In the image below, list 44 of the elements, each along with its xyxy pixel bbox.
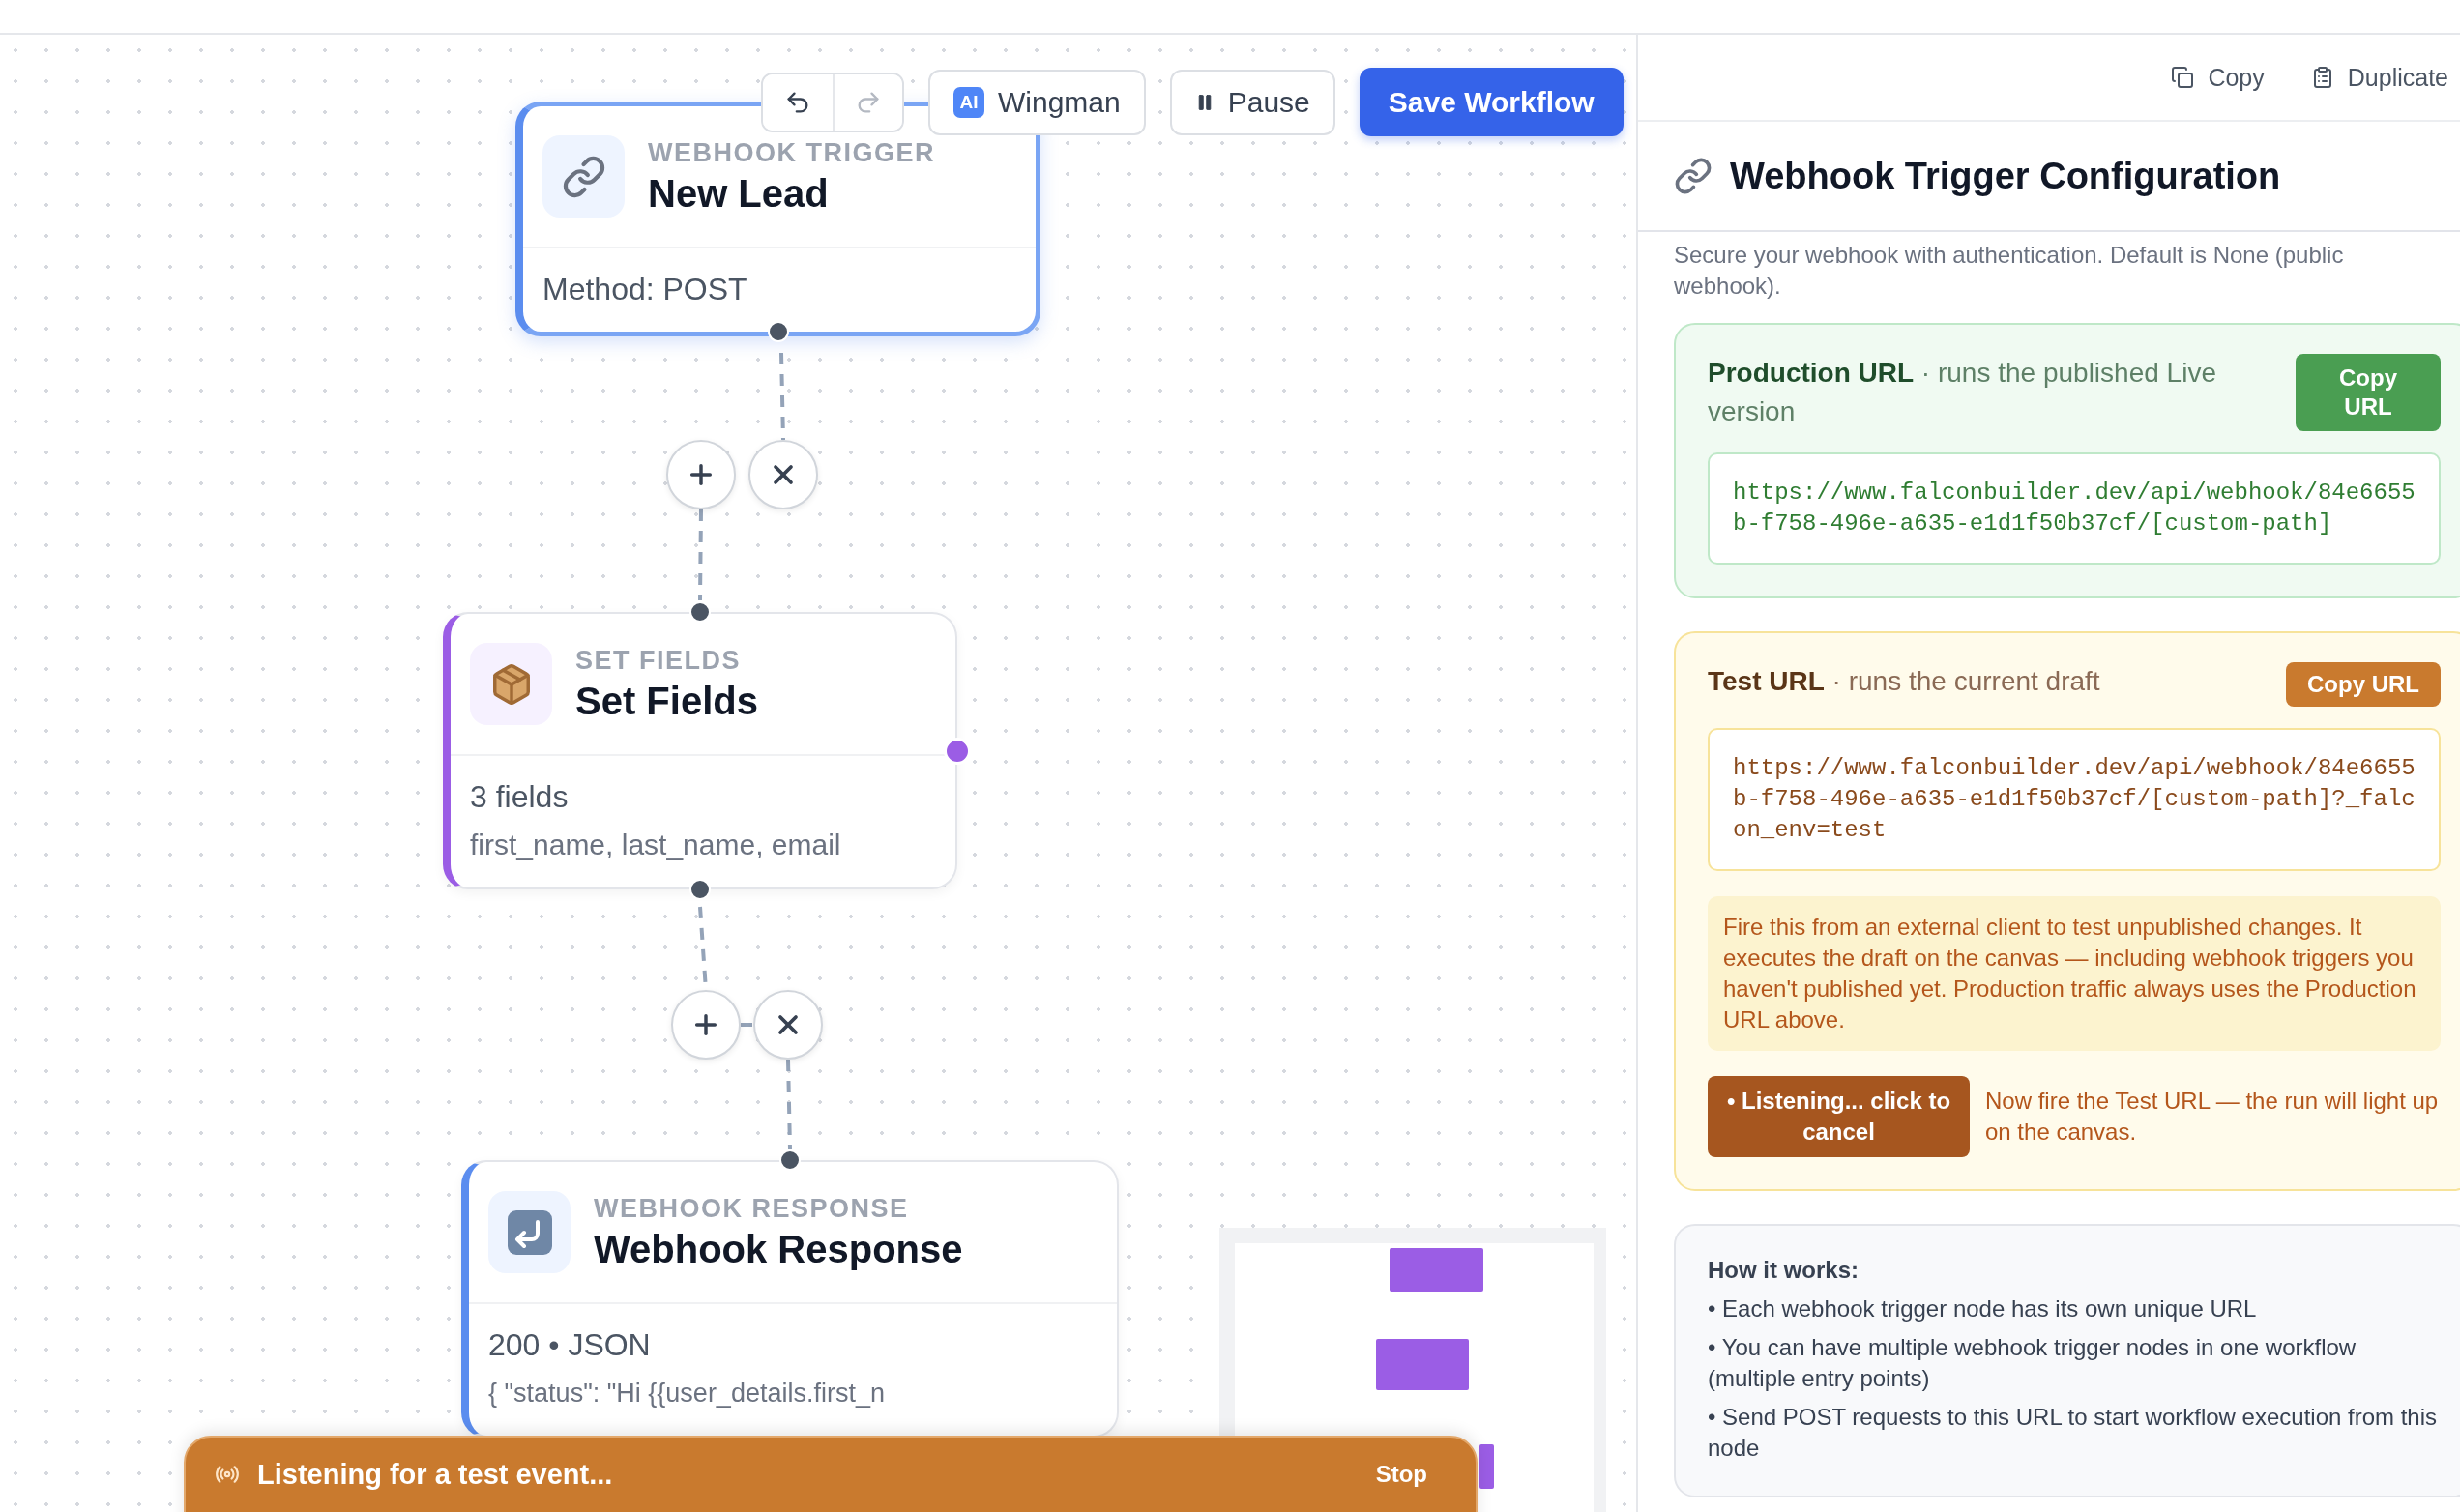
production-url-heading: Production URL · runs the published Live version	[1708, 357, 2217, 428]
chain-link-icon	[561, 154, 606, 199]
node-type-label: SET FIELDS	[575, 645, 742, 676]
connection-handle[interactable]	[689, 879, 711, 900]
add-step-button[interactable]	[671, 990, 741, 1060]
node-type-label: WEBHOOK TRIGGER	[648, 137, 935, 168]
workflow-node[interactable]: SET FIELDS Set Fields 3 fields first_name, last_name, email	[443, 612, 957, 889]
save-workflow-button[interactable]: Save Workflow	[1359, 68, 1624, 136]
panel-description: Secure your webhook with authentication. Default is None (public webhook).	[1674, 241, 2345, 301]
node-type-label: WEBHOOK RESPONSE	[594, 1193, 910, 1224]
copy-icon	[2171, 66, 2195, 89]
how-it-works-item: • You can have multiple webhook trigger nodes in one workflow (multiple entry points)	[1708, 1333, 2358, 1393]
production-url-field[interactable]: https://www.falconbuilder.dev/api/webhook/84e6655b-f758-496e-a635-e1d1f50b37cf/[custom-path]	[1708, 452, 2441, 565]
test-url-heading: Test URL · runs the current draft	[1708, 665, 2100, 698]
wingman-button[interactable]: AI Wingman	[928, 69, 1146, 135]
node-title: New Lead	[648, 171, 830, 216]
listening-button[interactable]: • Listening... click to cancel	[1708, 1076, 1970, 1157]
workflow-node[interactable]: WEBHOOK RESPONSE Webhook Response 200 • JSON { "status": "Hi {{user_details.first_n	[461, 1160, 1119, 1438]
panel-title: Webhook Trigger Configuration	[1730, 155, 2281, 197]
node-summary: Method: POST	[542, 271, 748, 308]
node-summary: 3 fields	[470, 778, 570, 816]
listening-hint: Now fire the Test URL — the run will light up on the canvas.	[1985, 1087, 2440, 1147]
connector-line	[741, 1023, 753, 1027]
chain-link-icon	[1674, 157, 1713, 195]
node-summary: 200 • JSON	[488, 1326, 652, 1364]
node-detail: first_name, last_name, email	[470, 828, 842, 862]
connection-handle[interactable]	[779, 1149, 801, 1171]
connection-handle[interactable]	[689, 601, 711, 623]
remove-connection-button[interactable]	[753, 990, 823, 1060]
node-detail: { "status": "Hi {{user_details.first_n	[488, 1378, 886, 1410]
remove-connection-button[interactable]	[748, 440, 818, 509]
node-title: Webhook Response	[594, 1227, 963, 1271]
test-url-notice: Fire this from an external client to test unpublished changes. It executes the draft on the canvas — including webhook triggers you haven't published yet. Production traffic always uses the Production URL above.	[1708, 896, 2441, 1051]
how-it-works-title: How it works:	[1708, 1256, 1860, 1285]
pause-button[interactable]: Pause	[1169, 69, 1335, 135]
how-it-works-item: • Send POST requests to this URL to start workflow execution from this node	[1708, 1403, 2439, 1463]
how-it-works-item: • Each webhook trigger node has its own unique URL	[1708, 1294, 2258, 1323]
add-step-button[interactable]	[666, 440, 736, 509]
duplicate-action[interactable]: Duplicate	[2306, 59, 2452, 96]
listening-status: Listening for a test event...	[257, 1458, 613, 1492]
ai-badge: AI	[953, 86, 984, 118]
test-url-field[interactable]: https://www.falconbuilder.dev/api/webhook/84e6655b-f758-496e-a635-e1d1f50b37cf/[custom-path]?_falcon_env=test	[1708, 728, 2441, 871]
node-title: Set Fields	[575, 679, 758, 723]
copy-action[interactable]: Copy	[2167, 59, 2269, 96]
